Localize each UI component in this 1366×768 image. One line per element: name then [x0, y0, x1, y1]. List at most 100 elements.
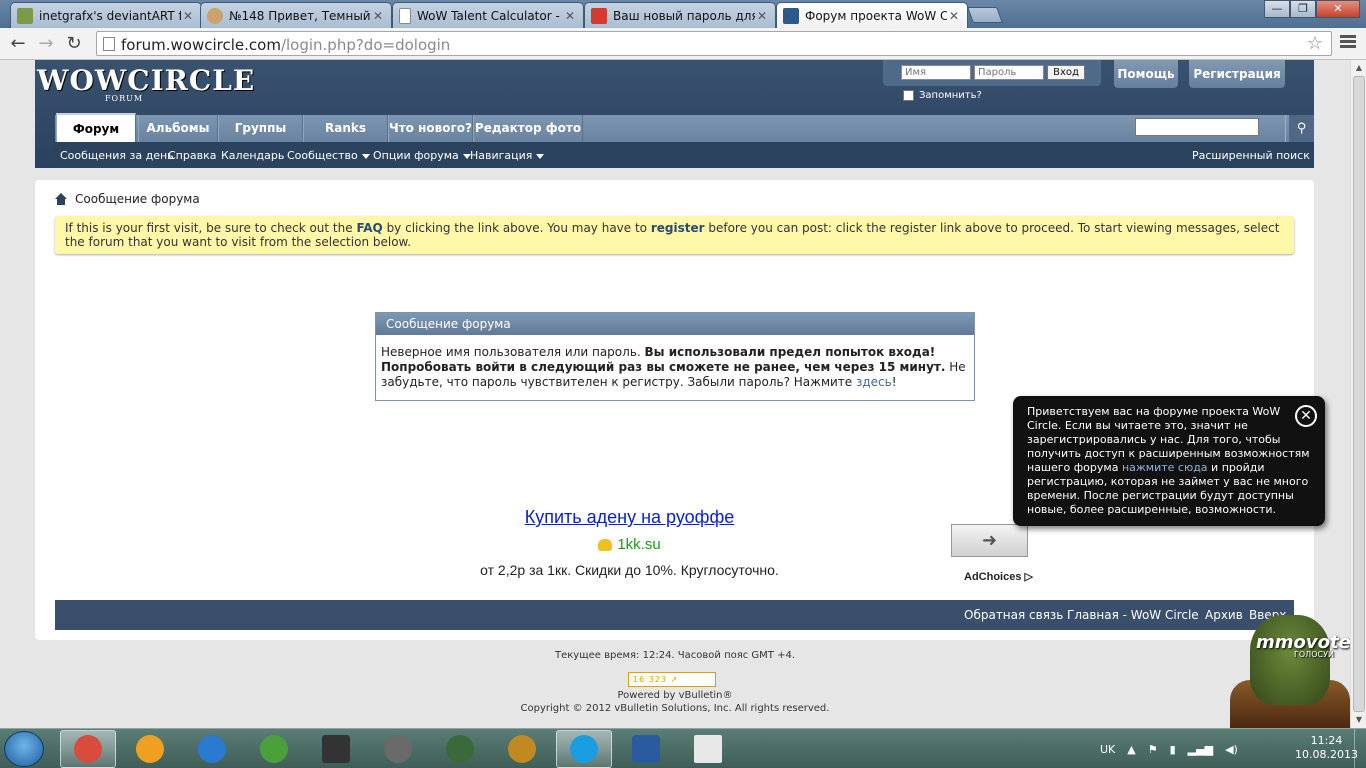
thunder-icon	[198, 735, 226, 763]
browser-toolbar: ← → ↻ forum.wowcircle.com/login.php?do=d…	[0, 28, 1366, 60]
start-button[interactable]	[4, 731, 44, 767]
taskbar-aimp[interactable]	[122, 730, 178, 768]
volume-icon[interactable]: ◀)	[1225, 743, 1238, 756]
close-window-button[interactable]: ✕	[1316, 0, 1360, 18]
home-icon[interactable]	[55, 193, 67, 205]
tab-albums[interactable]: Альбомы	[138, 115, 218, 142]
taskbar-chrome[interactable]	[60, 730, 116, 768]
visit-counter[interactable]: 16 323 ↗	[628, 672, 716, 687]
copyright: Copyright © 2012 vBulletin Solutions, In…	[520, 703, 830, 714]
language-indicator[interactable]: UK	[1100, 743, 1115, 756]
page-scrollbar[interactable]: ▲ ▼	[1350, 60, 1366, 728]
scroll-down-icon[interactable]: ▼	[1351, 712, 1366, 728]
gmail-icon	[591, 7, 607, 24]
help-button[interactable]: Помощь	[1114, 60, 1178, 88]
reset-password-link[interactable]: здесь	[856, 375, 892, 389]
close-icon[interactable]: ✕	[755, 9, 769, 23]
mmovote-sub: ГОЛОСУЙ	[1294, 650, 1334, 659]
register-button[interactable]: Регистрация	[1189, 60, 1285, 88]
close-icon[interactable]: ✕	[371, 9, 385, 23]
remember-checkbox[interactable]	[903, 90, 914, 101]
tab-label: Форум проекта WoW Circ	[805, 8, 947, 23]
close-icon[interactable]: ✕	[947, 9, 961, 23]
adchoices-link[interactable]: AdChoices ▷	[964, 570, 1033, 583]
tab-photo-editor[interactable]: Редактор фото	[473, 115, 583, 142]
advanced-search-link[interactable]: Расширенный поиск	[1192, 149, 1310, 162]
close-icon[interactable]: ✕	[563, 9, 577, 23]
taskbar-shield[interactable]	[618, 730, 674, 768]
community-dropdown[interactable]: Сообщество	[287, 149, 370, 162]
search-icon[interactable]: ⚲	[1289, 115, 1314, 142]
register-popup-link[interactable]: нажмите сюда	[1122, 461, 1208, 474]
taskbar-wow[interactable]	[494, 730, 550, 768]
feedback-link[interactable]: Обратная связь	[964, 608, 1063, 622]
welcome-popup: Приветствуем вас на форуме проекта WoW C…	[1013, 396, 1325, 526]
url-text: forum.wowcircle.com/login.php?do=dologin	[121, 36, 451, 54]
browser-tab[interactable]: WoW Talent Calculator - S ✕	[392, 2, 584, 28]
register-link[interactable]: register	[651, 221, 705, 235]
scroll-thumb[interactable]	[1353, 76, 1365, 712]
remember-me[interactable]: Запомнить?	[903, 90, 982, 101]
tray-expand-icon[interactable]: ▲	[1127, 743, 1135, 756]
forum-header: WOWCIRCLE FORUM Вход Запомнить? Помощь Р…	[35, 60, 1314, 168]
login-button[interactable]: Вход	[1047, 65, 1085, 80]
calendar-link[interactable]: Календарь	[221, 149, 284, 162]
forum-options-dropdown[interactable]: Опции форума	[373, 149, 471, 162]
power-icon[interactable]: ▮	[1170, 743, 1176, 756]
help-link[interactable]: Справка	[168, 149, 216, 162]
address-bar[interactable]: forum.wowcircle.com/login.php?do=dologin…	[96, 31, 1332, 56]
navigation-dropdown[interactable]: Навигация	[470, 149, 545, 162]
maximize-button[interactable]: ❐	[1290, 0, 1316, 18]
new-tab-button[interactable]	[967, 7, 1003, 23]
tab-groups[interactable]: Группы	[218, 115, 303, 142]
tab-label: inetgrafx's deviantART fav	[39, 8, 181, 23]
bookmark-star-icon[interactable]: ☆	[1307, 33, 1323, 54]
forward-button[interactable]: →	[34, 32, 58, 56]
chevron-down-icon	[361, 153, 370, 159]
remember-label: Запомнить?	[919, 90, 982, 101]
face-icon	[207, 7, 223, 24]
footer-bar: Обратная связь Главная - WoW Circle Архи…	[55, 600, 1294, 630]
network-icon[interactable]: ▂▄▆	[1188, 743, 1213, 756]
taskbar-skype[interactable]	[556, 730, 612, 768]
deviantart-icon	[17, 7, 33, 24]
browser-tab[interactable]: inetgrafx's deviantART fav ✕	[10, 2, 202, 28]
close-icon[interactable]: ✕	[1295, 405, 1317, 427]
password-field[interactable]	[974, 65, 1044, 80]
close-icon[interactable]: ✕	[181, 9, 195, 23]
taskbar-dx[interactable]	[308, 730, 364, 768]
tab-whats-new[interactable]: Что нового?	[388, 115, 473, 142]
document-icon	[399, 7, 411, 24]
taskbar-notepad[interactable]	[680, 730, 736, 768]
tab-forum[interactable]: Форум	[56, 113, 136, 142]
utorrent-icon	[260, 735, 288, 763]
show-desktop-button[interactable]	[1354, 729, 1366, 768]
forum-logo[interactable]: WOWCIRCLE	[37, 64, 255, 97]
back-button[interactable]: ←	[6, 32, 30, 56]
browser-menu-icon[interactable]	[1340, 35, 1356, 50]
clock[interactable]: 11:24 10.08.2013	[1295, 734, 1358, 762]
taskbar-gw2[interactable]	[432, 730, 488, 768]
username-field[interactable]	[901, 65, 971, 80]
taskbar-steam[interactable]	[370, 730, 426, 768]
search-input[interactable]	[1135, 118, 1259, 136]
minimize-button[interactable]: —	[1264, 0, 1290, 18]
flag-icon[interactable]: ⚑	[1148, 743, 1158, 756]
taskbar-thunder[interactable]	[184, 730, 240, 768]
faq-link[interactable]: FAQ	[356, 221, 382, 235]
scroll-up-icon[interactable]: ▲	[1351, 60, 1366, 76]
todays-posts-link[interactable]: Сообщения за день	[60, 149, 174, 162]
ad-arrow-button[interactable]: ➜	[951, 524, 1028, 557]
reload-button[interactable]: ↻	[62, 32, 86, 56]
home-link[interactable]: Главная - WoW Circle	[1067, 608, 1199, 622]
tab-ranks[interactable]: Ranks	[303, 115, 388, 142]
browser-tab[interactable]: Ваш новый пароль для д ✕	[584, 2, 776, 28]
taskbar-utorrent[interactable]	[246, 730, 302, 768]
ad-domain[interactable]: 1kk.su	[35, 536, 1224, 553]
browser-tab-active[interactable]: Форум проекта WoW Circ ✕	[776, 2, 968, 28]
browser-tab[interactable]: №148 Привет, Темный - ✕	[200, 2, 392, 28]
shield-icon	[632, 735, 660, 763]
notepad-icon	[694, 735, 722, 763]
notice-text: If this is your first visit, be sure to …	[65, 221, 357, 235]
mmovote-widget[interactable]	[1210, 610, 1350, 728]
